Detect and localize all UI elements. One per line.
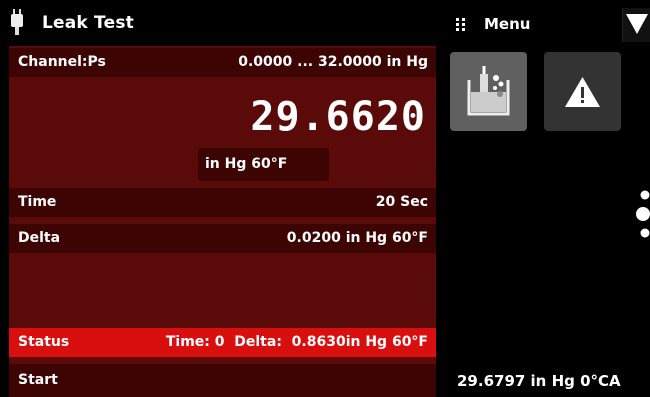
menu-button[interactable]: Menu bbox=[484, 15, 530, 33]
channel-range: 0.0000 ... 32.0000 in Hg bbox=[238, 54, 428, 70]
status-label: Status bbox=[18, 334, 70, 350]
page-dot bbox=[640, 228, 650, 238]
channel-row[interactable]: Channel:Ps 0.0000 ... 32.0000 in Hg bbox=[9, 48, 436, 77]
plug-icon bbox=[10, 9, 24, 35]
alarm-tile[interactable] bbox=[544, 52, 621, 131]
leak-test-icon bbox=[467, 66, 510, 116]
triangle-down-icon bbox=[626, 14, 648, 34]
status-row: Status Time: 0 Delta: 0.8630in Hg 60°F bbox=[9, 328, 436, 357]
start-button[interactable]: Start bbox=[9, 364, 436, 397]
page-dot-active bbox=[636, 207, 650, 221]
unit-label: in Hg 60°F bbox=[205, 156, 288, 172]
delta-label: Delta bbox=[18, 230, 61, 246]
warning-icon bbox=[565, 77, 600, 107]
delta-row[interactable]: Delta 0.0200 in Hg 60°F bbox=[9, 224, 436, 253]
status-value: Time: 0 Delta: 0.8630in Hg 60°F bbox=[165, 334, 428, 350]
time-label: Time bbox=[18, 194, 57, 210]
channel-label: Channel:Ps bbox=[18, 54, 106, 70]
delta-value: 0.0200 in Hg 60°F bbox=[286, 230, 428, 246]
leak-test-tile[interactable] bbox=[450, 52, 527, 131]
page-dot bbox=[640, 190, 650, 200]
time-row[interactable]: Time 20 Sec bbox=[9, 188, 436, 217]
page-indicator[interactable] bbox=[636, 190, 650, 240]
start-label: Start bbox=[18, 372, 58, 388]
dropdown-button[interactable] bbox=[622, 8, 650, 42]
pressure-reading: 29.6620 bbox=[250, 94, 426, 140]
unit-selector[interactable]: in Hg 60°F bbox=[198, 148, 329, 181]
reference-reading: 29.6797 in Hg 0°CA bbox=[457, 372, 621, 390]
menu-grid-icon[interactable] bbox=[455, 16, 467, 31]
page-title: Leak Test bbox=[42, 13, 134, 33]
time-value: 20 Sec bbox=[375, 194, 428, 210]
